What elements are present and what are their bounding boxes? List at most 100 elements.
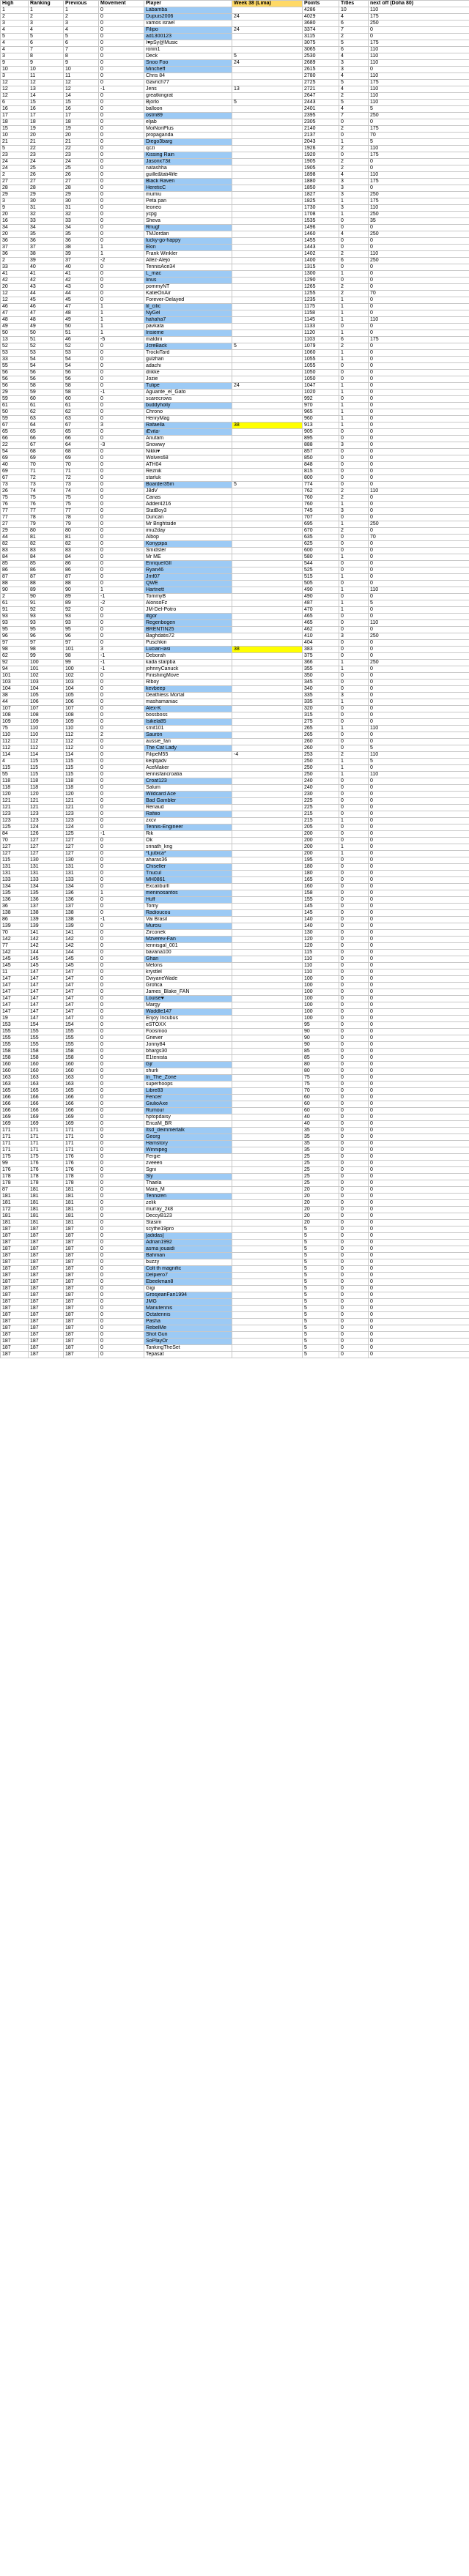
cell-points[interactable]: 2615: [302, 66, 339, 73]
cell-week[interactable]: [232, 7, 303, 14]
cell-high[interactable]: 121: [0, 804, 29, 811]
cell-movement[interactable]: 0: [98, 1292, 144, 1299]
cell-movement[interactable]: 0: [98, 92, 144, 100]
cell-titles[interactable]: 2: [339, 494, 369, 502]
cell-high[interactable]: 163: [0, 1074, 29, 1082]
cell-previous[interactable]: 10: [63, 66, 99, 73]
cell-high[interactable]: 187: [0, 1246, 29, 1253]
cell-week[interactable]: [232, 830, 303, 838]
cell-week[interactable]: [232, 916, 303, 923]
cell-previous[interactable]: 155: [63, 1035, 99, 1042]
cell-movement[interactable]: 0: [98, 540, 144, 548]
cell-player[interactable]: eSTOXX: [144, 1021, 232, 1029]
cell-titles[interactable]: 2: [339, 751, 369, 759]
cell-previous[interactable]: 142: [63, 942, 99, 950]
cell-movement[interactable]: 0: [98, 850, 144, 857]
table-row[interactable]: 187 187 187 0 Manutennis 5 0 0: [0, 1305, 469, 1312]
cell-ranking[interactable]: 154: [28, 1021, 64, 1029]
cell-points[interactable]: 857: [302, 448, 339, 455]
table-row[interactable]: 147 147 147 0 DwyaneWade 100 0 0: [0, 975, 469, 983]
cell-next-off[interactable]: 0: [368, 330, 469, 337]
cell-next-off[interactable]: 110: [368, 316, 469, 324]
cell-points[interactable]: 1460: [302, 231, 339, 238]
cell-ranking[interactable]: 127: [28, 837, 64, 844]
cell-titles[interactable]: 2: [339, 343, 369, 350]
cell-points[interactable]: 5: [302, 1232, 339, 1240]
cell-points[interactable]: 60: [302, 1094, 339, 1101]
cell-high[interactable]: 96: [0, 633, 29, 640]
cell-titles[interactable]: 4: [339, 13, 369, 21]
table-row[interactable]: 61 61 61 0 buddyholly 970 1 0: [0, 402, 469, 409]
table-row[interactable]: 15 19 19 0 MoiNonPlus 2140 2 175: [0, 125, 469, 133]
cell-titles[interactable]: 0: [339, 883, 369, 890]
cell-high[interactable]: 34: [0, 224, 29, 231]
cell-movement[interactable]: 0: [98, 448, 144, 455]
cell-ranking[interactable]: 145: [28, 956, 64, 963]
table-row[interactable]: 87 87 87 0 Jmf07 515 1 0: [0, 573, 469, 581]
cell-titles[interactable]: 0: [339, 857, 369, 864]
cell-previous[interactable]: 66: [63, 435, 99, 442]
cell-titles[interactable]: 0: [339, 1028, 369, 1035]
table-row[interactable]: 94 101 100 -1 johnnyCanuck 355 1 0: [0, 666, 469, 673]
cell-previous[interactable]: 187: [63, 1239, 99, 1246]
cell-week[interactable]: [232, 1002, 303, 1009]
cell-titles[interactable]: 0: [339, 1087, 369, 1095]
cell-player[interactable]: propaganda: [144, 132, 232, 139]
cell-previous[interactable]: 110: [63, 725, 99, 732]
cell-movement[interactable]: 0: [98, 1127, 144, 1134]
cell-previous[interactable]: 106: [63, 699, 99, 706]
cell-player[interactable]: FilipeM55: [144, 751, 232, 759]
cell-ranking[interactable]: 61: [28, 402, 64, 409]
cell-points[interactable]: 1905: [302, 158, 339, 165]
cell-player[interactable]: Louise♥: [144, 995, 232, 1002]
cell-points[interactable]: 265: [302, 732, 339, 739]
cell-next-off[interactable]: 110: [368, 250, 469, 258]
cell-points[interactable]: 2140: [302, 125, 339, 133]
cell-movement[interactable]: 0: [98, 270, 144, 278]
cell-player[interactable]: Jonny84: [144, 1041, 232, 1049]
cell-high[interactable]: 178: [0, 1180, 29, 1187]
cell-movement[interactable]: 0: [98, 145, 144, 152]
cell-next-off[interactable]: 0: [368, 66, 469, 73]
cell-player[interactable]: Wildcard Ace: [144, 791, 232, 798]
cell-ranking[interactable]: 163: [28, 1074, 64, 1082]
cell-week[interactable]: [232, 692, 303, 699]
cell-next-off[interactable]: 70: [368, 290, 469, 297]
cell-next-off[interactable]: 0: [368, 244, 469, 251]
cell-previous[interactable]: 187: [63, 1351, 99, 1358]
cell-high[interactable]: 131: [0, 870, 29, 877]
cell-ranking[interactable]: 158: [28, 1048, 64, 1055]
cell-high[interactable]: 67: [0, 422, 29, 429]
cell-next-off[interactable]: 0: [368, 415, 469, 422]
cell-player[interactable]: Enjoy Incubus: [144, 1015, 232, 1022]
cell-titles[interactable]: 0: [339, 514, 369, 521]
cell-next-off[interactable]: 0: [368, 732, 469, 739]
cell-week[interactable]: [232, 613, 303, 620]
cell-week[interactable]: [232, 817, 303, 824]
cell-next-off[interactable]: 0: [368, 395, 469, 403]
cell-high[interactable]: 123: [0, 811, 29, 818]
cell-high[interactable]: 69: [0, 468, 29, 475]
cell-ranking[interactable]: 97: [28, 639, 64, 647]
cell-points[interactable]: 225: [302, 804, 339, 811]
table-row[interactable]: 26 74 74 0 J8dV 762 2 110: [0, 488, 469, 495]
cell-week[interactable]: [232, 415, 303, 422]
cell-points[interactable]: 3075: [302, 40, 339, 47]
cell-points[interactable]: 320: [302, 705, 339, 712]
cell-high[interactable]: 166: [0, 1094, 29, 1101]
cell-high[interactable]: 61: [0, 402, 29, 409]
cell-ranking[interactable]: 30: [28, 198, 64, 205]
cell-previous[interactable]: 63: [63, 415, 99, 422]
cell-movement[interactable]: 0: [98, 837, 144, 844]
cell-ranking[interactable]: 114: [28, 751, 64, 759]
cell-high[interactable]: 3: [0, 53, 29, 60]
cell-previous[interactable]: 2: [63, 13, 99, 21]
cell-week[interactable]: [232, 1206, 303, 1213]
cell-movement[interactable]: 0: [98, 435, 144, 442]
cell-high[interactable]: 1: [0, 7, 29, 14]
cell-ranking[interactable]: 137: [28, 903, 64, 910]
cell-high[interactable]: 187: [0, 1232, 29, 1240]
cell-previous[interactable]: 187: [63, 1325, 99, 1332]
cell-titles[interactable]: 0: [339, 791, 369, 798]
cell-movement[interactable]: 0: [98, 1318, 144, 1325]
